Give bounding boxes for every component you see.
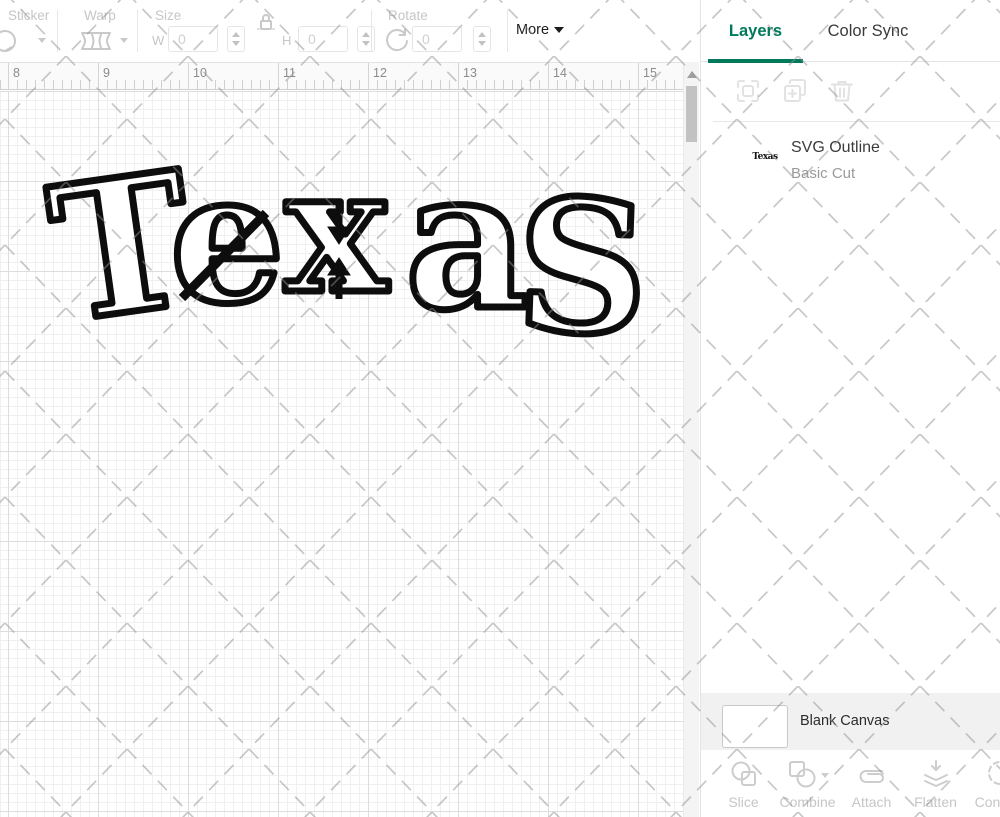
app-root: Sticker Warp Size W 0 H 0 Rotate 0 More … xyxy=(0,0,1000,817)
warp-tool-group: Warp xyxy=(58,0,137,62)
layer-thumbnail: Texas xyxy=(752,152,778,162)
tab-color-sync[interactable]: Color Sync xyxy=(819,0,917,62)
panel-tab-bar: Layers Color Sync xyxy=(701,0,1000,63)
sticker-label: Sticker xyxy=(8,8,50,23)
layer-actions-bar: Slice Combine Attach Flatten Con xyxy=(701,750,1000,817)
rotate-input-box xyxy=(412,26,462,52)
flatten-label: Flatten xyxy=(914,794,957,810)
size-tool-group: Size W H xyxy=(138,0,375,62)
design-canvas[interactable]: T e x a S xyxy=(0,91,683,817)
size-label: Size xyxy=(155,8,182,23)
ruler-unit: 13 xyxy=(463,66,477,80)
contour-label: Contour xyxy=(974,794,1000,810)
width-field-label: W xyxy=(152,33,165,48)
height-input-box xyxy=(298,26,348,52)
more-dropdown-caret xyxy=(554,27,565,33)
height-input[interactable] xyxy=(299,27,347,51)
ruler-unit: 11 xyxy=(283,66,296,80)
ruler-unit: 9 xyxy=(103,66,110,80)
canvas-color-swatch[interactable] xyxy=(722,705,788,748)
warp-label: Warp xyxy=(84,8,116,23)
ruler-unit: 12 xyxy=(373,66,387,80)
canvas-toolbar: Sticker Warp Size W 0 H 0 Rotate 0 More xyxy=(0,0,700,62)
attach-button[interactable]: Attach xyxy=(843,750,900,817)
ruler-unit: 8 xyxy=(13,66,20,80)
attach-icon xyxy=(859,770,884,783)
sticker-dropdown-caret[interactable] xyxy=(38,38,46,43)
duplicate-icon[interactable] xyxy=(782,78,808,104)
combine-dropdown-caret[interactable] xyxy=(820,772,829,778)
toolbar-divider xyxy=(507,10,508,52)
scrollbar-up-arrow-icon[interactable] xyxy=(687,71,697,78)
more-label: More xyxy=(516,22,550,38)
texas-artwork[interactable]: T e x a S xyxy=(0,91,683,421)
rotate-label: Rotate xyxy=(388,8,428,23)
scrollbar-thumb[interactable] xyxy=(686,86,697,142)
slice-icon xyxy=(731,761,756,786)
layer-cut-type: Basic Cut xyxy=(791,165,856,182)
panel-divider xyxy=(713,121,1000,122)
layers-panel: Layers Color Sync Texas SVG Outline Basi… xyxy=(700,0,1000,817)
warp-icon[interactable] xyxy=(78,30,114,52)
combine-button[interactable]: Combine xyxy=(779,750,836,817)
flatten-icon xyxy=(923,760,948,787)
ruler-unit: 10 xyxy=(193,66,207,80)
tab-layers[interactable]: Layers xyxy=(708,0,803,63)
sticker-tool-group: Sticker xyxy=(0,0,57,62)
warp-dropdown-caret[interactable] xyxy=(120,38,128,43)
layer-list-item[interactable]: Texas SVG Outline Basic Cut xyxy=(701,128,1000,196)
canvas-scrollbar[interactable] xyxy=(683,62,699,817)
tab-layers-label: Layers xyxy=(728,21,783,40)
slice-label: Slice xyxy=(728,794,759,810)
combine-label: Combine xyxy=(779,794,836,810)
slice-button[interactable]: Slice xyxy=(715,750,772,817)
blank-canvas-row[interactable]: Blank Canvas xyxy=(701,693,1000,750)
blank-canvas-label: Blank Canvas xyxy=(800,713,890,729)
ruler-unit: 15 xyxy=(643,66,657,80)
artwork-letter-a: a xyxy=(405,128,529,353)
combine-icon xyxy=(788,761,815,788)
select-all-icon[interactable] xyxy=(735,78,761,104)
artwork-letter-e: e xyxy=(170,133,285,344)
rotate-icon[interactable] xyxy=(384,28,410,54)
contour-icon xyxy=(987,761,1000,785)
tab-color-sync-label: Color Sync xyxy=(827,21,909,40)
contour-button[interactable]: Contour xyxy=(971,750,1000,817)
sticker-icon[interactable] xyxy=(0,28,26,54)
attach-label: Attach xyxy=(851,794,892,810)
lock-aspect-icon[interactable] xyxy=(257,12,275,32)
artwork-letter-S: S xyxy=(513,158,652,376)
more-button[interactable]: More xyxy=(516,22,565,38)
delete-icon[interactable] xyxy=(829,78,855,104)
layer-title: SVG Outline xyxy=(791,139,880,156)
rotate-tool-group: Rotate xyxy=(372,0,506,62)
rotate-stepper[interactable] xyxy=(473,26,491,52)
width-input-box xyxy=(168,26,218,52)
rotate-input[interactable] xyxy=(413,27,461,51)
ruler-unit: 14 xyxy=(553,66,567,80)
width-input[interactable] xyxy=(169,27,217,51)
flatten-button[interactable]: Flatten xyxy=(907,750,964,817)
width-stepper[interactable] xyxy=(227,26,245,52)
layer-tools-row xyxy=(701,72,1000,116)
horizontal-ruler: 8 9 10 11 12 13 14 15 xyxy=(0,62,683,90)
height-field-label: H xyxy=(282,33,292,48)
